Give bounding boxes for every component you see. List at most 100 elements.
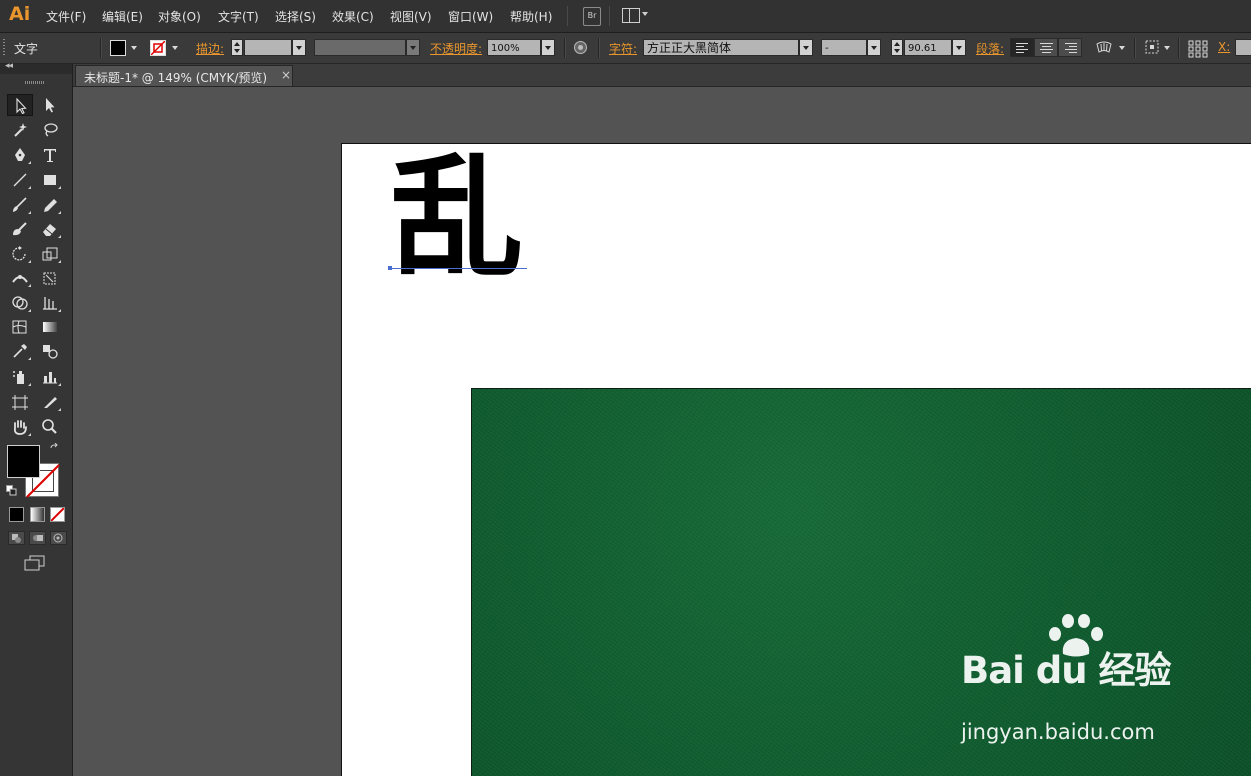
menu-select[interactable]: 选择(S) [275,8,316,25]
control-separator [564,38,566,58]
menu-file[interactable]: 文件(F) [46,8,86,25]
reference-point-grid-icon[interactable] [1188,40,1208,62]
direct-selection-tool[interactable] [37,94,63,116]
opacity-dropdown[interactable] [541,39,555,56]
paintbrush-tool[interactable] [7,194,33,216]
shape-builder-tool[interactable] [7,292,33,314]
pen-icon [15,148,25,161]
stroke-weight-stepper[interactable] [231,39,243,56]
selection-tool[interactable] [7,94,33,116]
collapse-panel-icon[interactable]: ◂◂ [5,61,13,71]
width-tool[interactable] [7,267,33,289]
x-position-label[interactable]: X: [1218,40,1230,54]
swap-fill-stroke-icon[interactable] [49,442,61,458]
hand-tool[interactable] [7,416,33,438]
font-size-field[interactable]: 90.61 [904,39,952,56]
color-mode-button[interactable] [9,507,24,522]
stroke-weight-field[interactable] [244,39,292,56]
lasso-tool[interactable] [37,119,63,141]
stroke-weight-dropdown[interactable] [292,39,306,56]
font-size-dropdown[interactable] [952,39,966,56]
line-segment-tool[interactable] [7,169,33,191]
type-tool[interactable] [37,144,63,166]
draw-inside-button[interactable] [50,531,67,545]
none-mode-button[interactable] [50,507,65,522]
stroke-color-swatch[interactable] [150,40,166,56]
fill-color-swatch[interactable] [110,40,126,56]
baidu-jingyan-watermark: Bai du 经验 jingyan.baidu.com [961,614,1221,760]
close-icon[interactable]: × [281,68,291,82]
pen-tool[interactable] [7,144,33,166]
perspective-grid-icon [43,297,57,310]
magic-wand-tool[interactable] [7,119,33,141]
font-size-stepper[interactable] [891,39,903,56]
transform-reference-icon[interactable] [1145,40,1161,58]
default-fill-stroke-icon[interactable] [6,485,17,499]
font-family-field[interactable]: 方正正大黑简体 [643,39,799,56]
paragraph-label[interactable]: 段落: [976,40,1004,57]
character-label[interactable]: 字符: [609,40,637,57]
workspace-switcher-button[interactable] [622,7,648,24]
font-style-dropdown[interactable] [867,39,881,56]
draw-normal-button[interactable] [8,531,25,545]
slice-tool[interactable] [37,391,63,413]
document-tab[interactable]: 未标题-1* @ 149% (CMYK/预览) × [75,65,293,86]
perspective-grid-tool[interactable] [37,292,63,314]
mesh-tool[interactable] [7,316,33,338]
opacity-label[interactable]: 不透明度: [430,40,482,57]
warp-text-icon[interactable] [1096,40,1112,58]
blob-brush-tool[interactable] [7,218,33,240]
column-graph-tool[interactable] [37,366,63,388]
zoom-tool[interactable] [37,416,63,438]
menu-window[interactable]: 窗口(W) [448,8,493,25]
none-color-icon [51,508,64,521]
change-screen-mode-icon[interactable] [24,555,46,574]
scale-icon [42,247,58,261]
type-t-icon [44,149,56,162]
menu-type[interactable]: 文字(T) [218,8,259,25]
artboard-tool[interactable] [7,391,33,413]
menu-edit[interactable]: 编辑(E) [102,8,143,25]
menu-effect[interactable]: 效果(C) [332,8,374,25]
draw-behind-button[interactable] [29,531,46,545]
opacity-field[interactable]: 100% [487,39,541,56]
scale-tool[interactable] [37,243,63,265]
x-position-field[interactable] [1235,39,1251,56]
text-anchor-point[interactable] [388,266,392,270]
menu-view[interactable]: 视图(V) [390,8,432,25]
control-separator [1178,38,1180,58]
variable-width-profile-field[interactable] [314,39,406,56]
chevron-down-icon[interactable] [1164,46,1170,50]
menu-help[interactable]: 帮助(H) [510,8,552,25]
align-left-button[interactable] [1010,38,1034,57]
chevron-down-icon[interactable] [1119,46,1125,50]
font-family-dropdown[interactable] [799,39,813,56]
symbol-sprayer-tool[interactable] [7,366,33,388]
eraser-tool[interactable] [37,218,63,240]
lasso-icon [44,123,58,137]
menu-object[interactable]: 对象(O) [158,8,201,25]
free-transform-tool[interactable] [37,267,63,289]
font-style-field[interactable]: - [821,39,867,56]
bridge-button[interactable]: Br [583,7,601,26]
variable-width-profile-dropdown[interactable] [406,39,420,56]
recolor-artwork-icon[interactable] [573,40,588,59]
rotate-tool[interactable] [7,243,33,265]
fill-color-swatch[interactable] [7,445,40,478]
fill-dropdown-icon[interactable] [131,46,137,50]
canvas[interactable]: 乱 Bai du 经验 jingyan.baidu.com [73,87,1251,776]
stroke-dropdown-icon[interactable] [172,46,178,50]
gradient-tool[interactable] [37,316,63,338]
blend-tool[interactable] [37,340,63,362]
stroke-label[interactable]: 描边: [196,40,224,57]
panel-grip[interactable] [3,39,5,57]
watermark-brand-text: Bai du 经验 [961,649,1171,692]
align-center-button[interactable] [1034,38,1058,57]
eyedropper-tool[interactable] [7,340,33,362]
rectangle-tool[interactable] [37,169,63,191]
gradient-mode-button[interactable] [30,507,45,522]
pencil-tool[interactable] [37,194,63,216]
align-right-button[interactable] [1058,38,1082,57]
panel-grip[interactable] [25,81,45,84]
control-bar: 文字 描边: 不透明度: 100% 字符: 方正正大黑简体 - 90.61 段落… [0,33,1251,64]
